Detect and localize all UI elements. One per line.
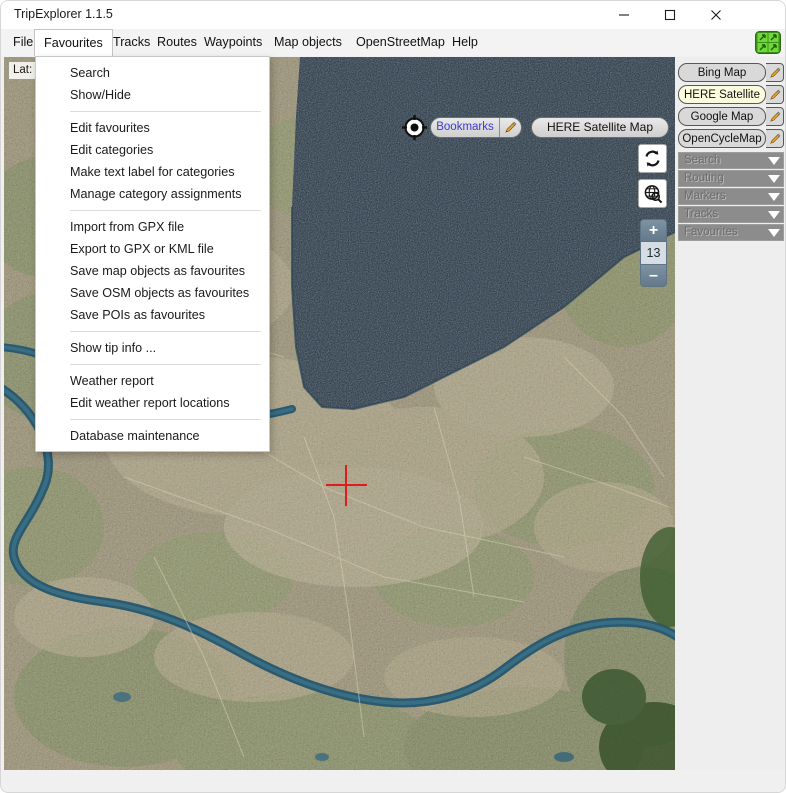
menu-item-show-hide[interactable]: Show/Hide (36, 84, 269, 106)
layer-row-opencyclemap[interactable]: OpenCycleMap (678, 129, 784, 148)
globe-search-glyph (644, 184, 662, 203)
crosshair-target-glyph (402, 115, 427, 140)
menu-separator (70, 331, 261, 332)
zoom-out-button[interactable]: – (641, 265, 666, 286)
map-type-selector[interactable]: HERE Satellite Map (531, 117, 669, 138)
chevron-down-glyph (768, 174, 780, 183)
menu-item-manage-category-assignments[interactable]: Manage category assignments (36, 183, 269, 205)
menu-help[interactable]: Help (443, 29, 487, 56)
layer-edit-opencyclemap[interactable] (766, 129, 784, 148)
menu-separator (70, 364, 261, 365)
close-icon (711, 9, 721, 20)
menu-item-search[interactable]: Search (36, 62, 269, 84)
panel-routing[interactable]: Routing (678, 170, 784, 187)
chevron-down-glyph (768, 192, 780, 201)
menu-separator (70, 111, 261, 112)
pencil-icon (769, 111, 780, 122)
layer-row-here-satellite[interactable]: HERE Satellite (678, 85, 784, 104)
menu-item-save-pois[interactable]: Save POIs as favourites (36, 304, 269, 326)
minimize-icon (619, 13, 629, 16)
latitude-readout: Lat: (8, 61, 39, 80)
menu-item-database-maintenance[interactable]: Database maintenance (36, 425, 269, 447)
minimize-button[interactable] (601, 0, 647, 29)
menu-item-edit-categories[interactable]: Edit categories (36, 139, 269, 161)
right-sidebar: Bing Map HERE Satellite Google Map OpenC… (675, 57, 786, 770)
chevron-down-glyph (768, 156, 780, 165)
panel-search[interactable]: Search (678, 152, 784, 169)
map-pan-quadrant-icon[interactable] (755, 31, 781, 54)
panel-label-favourites: Favourites (684, 226, 738, 238)
crosshair-target-icon[interactable] (402, 115, 427, 140)
bookmarks-edit-button[interactable] (499, 118, 521, 137)
window-title: TripExplorer 1.1.5 (14, 7, 113, 21)
menu-map-objects[interactable]: Map objects (265, 29, 351, 56)
chevron-down-icon[interactable] (765, 228, 783, 237)
chevron-down-icon[interactable] (765, 210, 783, 219)
panel-label-search: Search (684, 154, 721, 166)
menu-separator (70, 210, 261, 211)
close-button[interactable] (693, 0, 739, 29)
bookmarks-control[interactable]: Bookmarks (430, 117, 522, 138)
refresh-icon[interactable] (638, 144, 667, 173)
panel-label-tracks: Tracks (684, 208, 719, 220)
layer-edit-here-satellite[interactable] (766, 85, 784, 104)
layer-button-here-satellite[interactable]: HERE Satellite (678, 85, 766, 104)
globe-search-icon[interactable] (638, 179, 667, 208)
pencil-icon (505, 121, 517, 133)
map-type-label: HERE Satellite Map (546, 120, 654, 134)
pencil-icon (769, 67, 780, 78)
layer-edit-google-map[interactable] (766, 107, 784, 126)
panel-favourites[interactable]: Favourites (678, 224, 784, 241)
menu-item-import-gpx[interactable]: Import from GPX file (36, 216, 269, 238)
refresh-glyph (645, 150, 660, 167)
menu-item-export-gpx-kml[interactable]: Export to GPX or KML file (36, 238, 269, 260)
menu-openstreetmap[interactable]: OpenStreetMap (347, 29, 454, 56)
menu-favourites[interactable]: Favourites (34, 29, 113, 57)
application-window: TripExplorer 1.1.5 File Favourites Track… (0, 0, 786, 793)
chevron-down-glyph (768, 210, 780, 219)
menu-item-show-tip-info[interactable]: Show tip info ... (36, 337, 269, 359)
menu-waypoints[interactable]: Waypoints (195, 29, 271, 56)
pencil-icon (769, 89, 780, 100)
pencil-icon (769, 133, 780, 144)
chevron-down-glyph (768, 228, 780, 237)
maximize-button[interactable] (647, 0, 693, 29)
menu-bar: File Favourites Tracks Routes Waypoints … (0, 29, 786, 57)
layer-button-bing-map[interactable]: Bing Map (678, 63, 766, 82)
layer-edit-bing-map[interactable] (766, 63, 784, 82)
chevron-down-icon[interactable] (765, 174, 783, 183)
menu-item-save-osm-objects[interactable]: Save OSM objects as favourites (36, 282, 269, 304)
panel-markers[interactable]: Markers (678, 188, 784, 205)
panel-tracks[interactable]: Tracks (678, 206, 784, 223)
zoom-level-display: 13 (641, 241, 666, 265)
layer-button-google-map[interactable]: Google Map (678, 107, 766, 126)
layer-button-opencyclemap[interactable]: OpenCycleMap (678, 129, 766, 148)
menu-separator (70, 419, 261, 420)
chevron-down-icon[interactable] (765, 192, 783, 201)
crosshair-vertical-line (345, 465, 347, 506)
favourites-dropdown-menu: Search Show/Hide Edit favourites Edit ca… (35, 56, 270, 452)
menu-item-edit-favourites[interactable]: Edit favourites (36, 117, 269, 139)
menu-item-save-map-objects[interactable]: Save map objects as favourites (36, 260, 269, 282)
maximize-icon (664, 9, 676, 20)
bookmarks-label[interactable]: Bookmarks (431, 118, 499, 137)
panel-label-routing: Routing (684, 172, 724, 184)
menu-item-weather-report[interactable]: Weather report (36, 370, 269, 392)
zoom-in-button[interactable]: + (641, 220, 666, 241)
map-pan-quadrant-glyph (755, 31, 781, 54)
layer-row-google-map[interactable]: Google Map (678, 107, 784, 126)
title-bar: TripExplorer 1.1.5 (0, 0, 786, 29)
menu-item-make-text-label[interactable]: Make text label for categories (36, 161, 269, 183)
zoom-control[interactable]: + 13 – (640, 219, 667, 287)
layer-row-bing-map[interactable]: Bing Map (678, 63, 784, 82)
chevron-down-icon[interactable] (765, 156, 783, 165)
menu-item-edit-weather-locations[interactable]: Edit weather report locations (36, 392, 269, 414)
panel-label-markers: Markers (684, 190, 726, 202)
